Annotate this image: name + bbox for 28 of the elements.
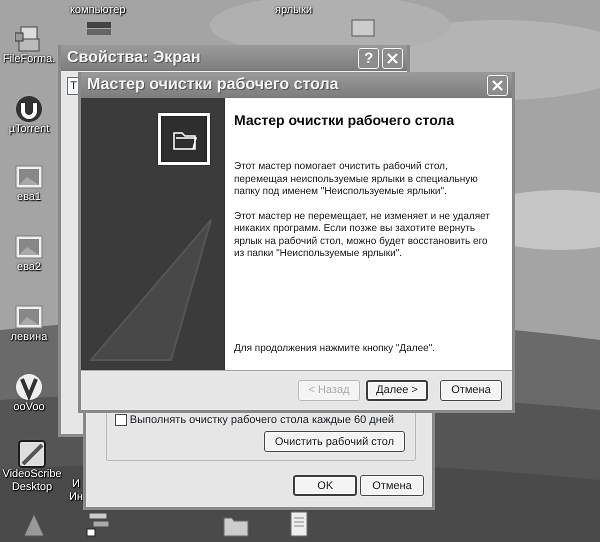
checkbox[interactable] — [115, 414, 127, 426]
torrent-icon[interactable] — [15, 95, 43, 123]
close-button[interactable] — [487, 74, 508, 96]
checkbox-label: Выполнять очистку рабочего стола каждые 60 дней — [130, 412, 394, 428]
wizard-heading: Мастер очистки рабочего стола — [234, 111, 456, 130]
clean-desktop-button[interactable]: Очистить рабочий стол — [264, 431, 405, 452]
image-icon[interactable] — [15, 233, 43, 261]
close-icon[interactable] — [492, 80, 503, 90]
icon-label[interactable]: И Ин — [69, 478, 83, 504]
close-icon[interactable] — [387, 52, 398, 64]
window-title: Мастер очистки рабочего стола — [87, 75, 339, 95]
icon-label[interactable]: ooVoo — [13, 401, 45, 414]
icon-label[interactable]: VideoScribe Desktop — [0, 468, 64, 494]
cancel-button[interactable]: Отмена — [360, 475, 424, 496]
cancel-button[interactable]: Отмена — [440, 380, 502, 401]
image-icon[interactable] — [15, 303, 43, 331]
folder-icon — [158, 113, 210, 165]
image-icon[interactable] — [15, 163, 43, 191]
next-button[interactable]: Далее > — [366, 380, 428, 401]
close-button[interactable] — [382, 48, 403, 68]
window-title: Свойства: Экран — [67, 48, 201, 68]
wizard-paragraph: Этот мастер не перемещает, не изменяет и не удаляет никаких программ. Если позже вы захотите вернуть ярлык на рабочий стол, можно будет восстановить его из папки "Неиспользуемые ярлыки". — [234, 210, 491, 260]
pen-icon[interactable] — [18, 440, 46, 468]
v-logo-icon[interactable] — [15, 373, 43, 401]
wizard-paragraph: Этот мастер помогает очистить рабочий стол, перемещая неиспользуемые ярлыки в специальную папку под именем "Неиспользуемые ярлыки". — [234, 161, 479, 198]
ok-button[interactable]: OK — [293, 475, 358, 496]
wizard-footer-text: Для продолжения нажмите кнопку "Далее". — [234, 342, 436, 356]
icon-label[interactable]: левина — [10, 331, 48, 344]
